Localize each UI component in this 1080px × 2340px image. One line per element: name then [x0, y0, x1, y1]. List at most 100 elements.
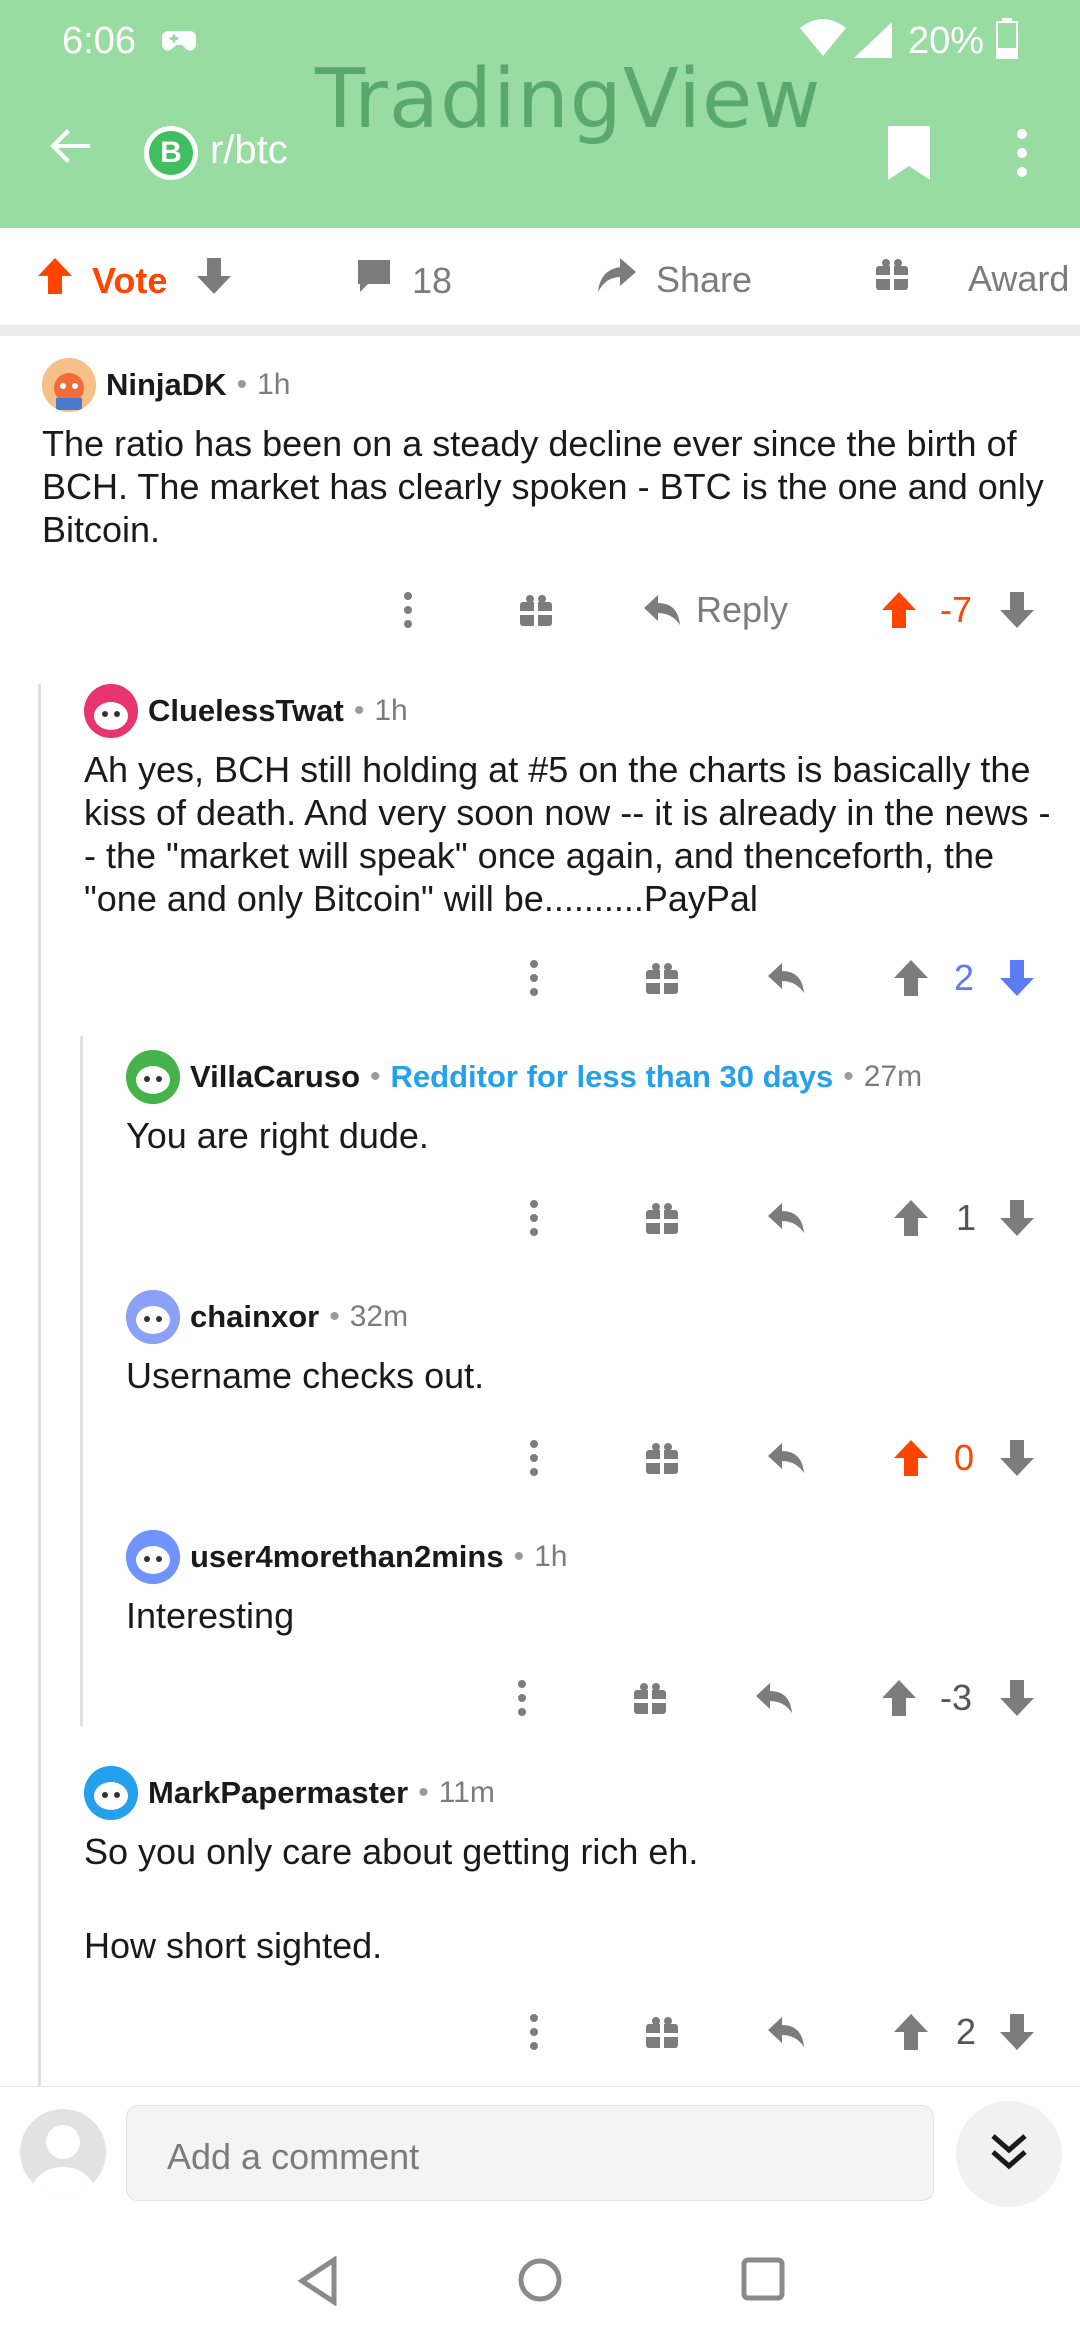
comment-compose-bar: Add a comment: [0, 2086, 1080, 2226]
gift-icon[interactable]: [644, 1428, 680, 1488]
more-options-icon[interactable]: [514, 1668, 530, 1728]
gift-icon[interactable]: [644, 948, 680, 1008]
gift-icon[interactable]: [632, 1668, 668, 1728]
system-nav-bar: [0, 2226, 1080, 2340]
avatar[interactable]: [126, 1290, 180, 1344]
share-label: Share: [656, 258, 753, 300]
recents-nav-icon[interactable]: [740, 2256, 786, 2307]
more-options-icon[interactable]: [526, 1428, 542, 1488]
home-nav-icon[interactable]: [516, 2256, 564, 2309]
username[interactable]: user4morethan2mins: [190, 1539, 504, 1575]
avatar[interactable]: [84, 1766, 138, 1820]
gift-icon[interactable]: [644, 2002, 680, 2062]
battery-icon: [996, 18, 1018, 70]
more-options-icon[interactable]: [526, 948, 542, 1008]
more-options-icon[interactable]: [526, 2002, 542, 2062]
avatar[interactable]: [84, 684, 138, 738]
comment-body: You are right dude.: [126, 1115, 429, 1156]
upvote-icon[interactable]: [36, 256, 74, 305]
upvote-icon[interactable]: [892, 948, 930, 1008]
user-avatar[interactable]: [20, 2109, 106, 2195]
comment-header: chainxor • 32m: [126, 1290, 408, 1344]
comment-time: 32m: [349, 1300, 409, 1333]
score: 0: [954, 1437, 975, 1478]
comment-body-line: So you only care about getting rich eh.: [84, 1831, 699, 1872]
downvote-icon[interactable]: [998, 1428, 1036, 1488]
award-label: Award: [968, 257, 1070, 299]
gift-icon[interactable]: [644, 1188, 680, 1248]
upvote-icon[interactable]: [892, 1428, 930, 1488]
comment-header: MarkPapermaster • 11m: [84, 1766, 495, 1820]
comment-actions: 2: [0, 948, 1080, 1008]
upvote-icon[interactable]: [892, 1188, 930, 1248]
add-comment-input[interactable]: Add a comment: [126, 2105, 934, 2201]
award-button[interactable]: Award: [874, 256, 1069, 301]
reply-icon[interactable]: [766, 2002, 806, 2062]
thread-line: [80, 1036, 83, 1726]
gift-icon: [874, 256, 910, 301]
comment-actions: -3: [0, 1668, 1080, 1728]
subreddit-name[interactable]: r/btc: [210, 128, 288, 173]
comment-count: 18: [412, 259, 453, 301]
comment-actions: 0: [0, 1428, 1080, 1488]
app-header: 6:06 20% TradingView B r/btc: [0, 0, 1080, 228]
reply-icon[interactable]: [766, 1188, 806, 1248]
more-options-icon[interactable]: [526, 1188, 542, 1248]
gamepad-icon: [162, 22, 196, 65]
username[interactable]: NinjaDK: [106, 367, 227, 403]
username[interactable]: chainxor: [190, 1299, 319, 1335]
comment-actions: Reply -7: [0, 580, 1080, 640]
comment-body: Username checks out.: [126, 1355, 485, 1396]
downvote-icon[interactable]: [195, 256, 233, 305]
username[interactable]: MarkPapermaster: [148, 1775, 408, 1811]
comment-body: Ah yes, BCH still holding at #5 on the c…: [84, 749, 1051, 919]
collapse-threads-button[interactable]: [956, 2101, 1062, 2207]
avatar[interactable]: [126, 1530, 180, 1584]
gift-icon[interactable]: [518, 580, 554, 640]
reply-icon[interactable]: [766, 1428, 806, 1488]
comment-actions: 1: [0, 1188, 1080, 1248]
post-action-bar: Vote 18 Share Award: [0, 228, 1080, 326]
thread-line: [38, 684, 41, 2086]
downvote-icon[interactable]: [998, 580, 1036, 640]
comment-time: 27m: [863, 1060, 923, 1093]
downvote-icon[interactable]: [998, 1188, 1036, 1248]
reply-icon[interactable]: [754, 1668, 794, 1728]
comment-header: user4morethan2mins • 1h: [126, 1530, 567, 1584]
upvote-icon[interactable]: [892, 2002, 930, 2062]
username[interactable]: CluelessTwat: [148, 693, 344, 729]
score: 2: [954, 957, 975, 998]
comments-button[interactable]: 18: [354, 256, 452, 305]
reply-icon[interactable]: [766, 948, 806, 1008]
username[interactable]: VillaCaruso: [190, 1059, 360, 1095]
vote-label: Vote: [92, 259, 168, 301]
downvote-icon[interactable]: [998, 1668, 1036, 1728]
bookmark-icon[interactable]: [884, 124, 934, 187]
score: -3: [940, 1677, 973, 1718]
more-options-icon[interactable]: [1012, 128, 1032, 183]
back-arrow-icon[interactable]: [46, 122, 94, 175]
downvote-icon[interactable]: [998, 948, 1036, 1008]
battery-percent: 20%: [908, 20, 985, 62]
comment-time: 11m: [438, 1776, 495, 1809]
divider: [0, 326, 1080, 336]
score: -7: [940, 589, 973, 630]
avatar[interactable]: [126, 1050, 180, 1104]
reply-label: Reply: [696, 589, 789, 630]
downvote-icon[interactable]: [998, 2002, 1036, 2062]
comment-body: Interesting: [126, 1595, 295, 1636]
subreddit-icon[interactable]: B: [144, 126, 198, 180]
tradingview-watermark: TradingView: [315, 52, 822, 147]
upvote-icon[interactable]: [880, 1668, 918, 1728]
avatar[interactable]: [42, 358, 96, 412]
comment-time: 1h: [534, 1540, 568, 1573]
more-options-icon[interactable]: [400, 580, 416, 640]
comment-header: CluelessTwat • 1h: [84, 684, 408, 738]
status-time: 6:06: [62, 20, 136, 62]
reply-button[interactable]: Reply: [642, 580, 788, 640]
back-nav-icon[interactable]: [296, 2255, 340, 2311]
comment-body: The ratio has been on a steady decline e…: [42, 423, 1044, 550]
upvote-icon[interactable]: [880, 580, 918, 640]
comment-time: 1h: [257, 368, 291, 401]
share-button[interactable]: Share: [596, 256, 752, 303]
